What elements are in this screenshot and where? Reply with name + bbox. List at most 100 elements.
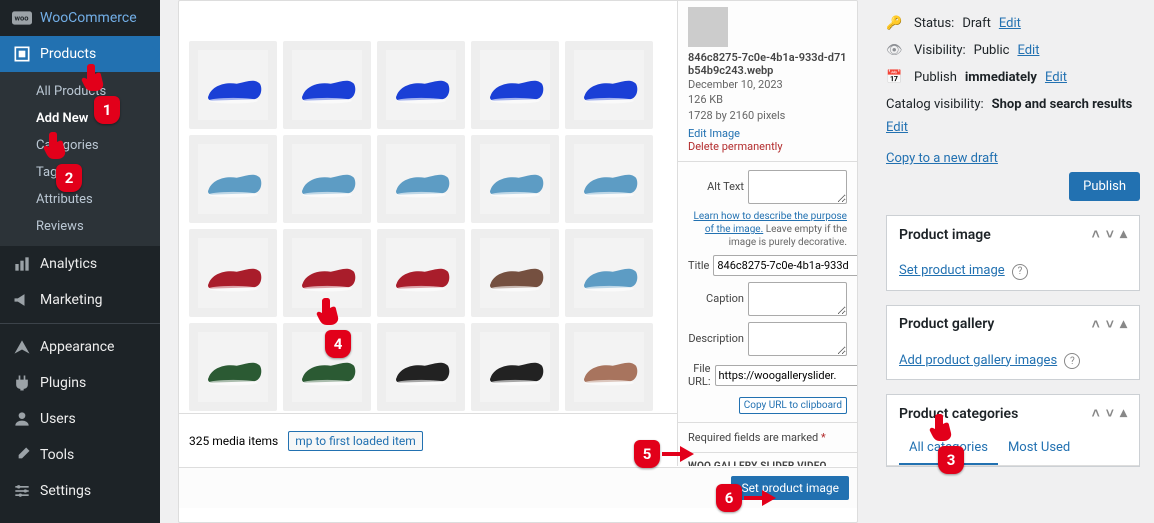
menu-label: Users bbox=[40, 411, 76, 427]
panel-header[interactable]: Product gallery ˄ ˅ ▴ bbox=[887, 306, 1139, 343]
triangle-up-icon[interactable]: ▴ bbox=[1120, 226, 1127, 243]
menu-item-woocommerce[interactable]: woo WooCommerce bbox=[0, 0, 160, 36]
analytics-icon bbox=[12, 254, 32, 274]
alt-text-field: Alt Text bbox=[688, 170, 847, 204]
triangle-up-icon[interactable]: ▴ bbox=[1120, 405, 1127, 422]
media-thumb[interactable] bbox=[377, 229, 465, 317]
media-count: 325 media items bbox=[189, 434, 278, 448]
status-value: Draft bbox=[962, 16, 991, 31]
attachment-details: 846c8275-7c0e-4b1a-933d-d71b54b9c243.web… bbox=[677, 1, 857, 466]
woo-icon: woo bbox=[12, 8, 32, 28]
caption-input[interactable] bbox=[748, 282, 847, 316]
attachment-filename: 846c8275-7c0e-4b1a-933d-d71b54b9c243.web… bbox=[688, 51, 847, 77]
add-gallery-images-link[interactable]: Add product gallery images bbox=[899, 353, 1057, 368]
menu-item-plugins[interactable]: Plugins bbox=[0, 365, 160, 401]
media-thumb[interactable] bbox=[283, 323, 371, 411]
media-grid[interactable] bbox=[179, 31, 663, 413]
submenu-attributes[interactable]: Attributes bbox=[0, 186, 160, 213]
menu-item-analytics[interactable]: Analytics bbox=[0, 246, 160, 282]
publish-row: 📅 Publish immediately Edit bbox=[886, 64, 1140, 91]
menu-label: Settings bbox=[40, 483, 91, 499]
media-thumb[interactable] bbox=[565, 323, 653, 411]
submenu-all-products[interactable]: All Products bbox=[0, 78, 160, 105]
media-thumb[interactable] bbox=[471, 41, 559, 129]
edit-visibility-link[interactable]: Edit bbox=[1017, 43, 1039, 58]
chevron-down-icon[interactable]: ˅ bbox=[1106, 226, 1114, 243]
edit-status-link[interactable]: Edit bbox=[999, 16, 1021, 31]
media-thumb[interactable] bbox=[377, 135, 465, 223]
menu-label: WooCommerce bbox=[40, 10, 137, 26]
panel-header[interactable]: Product image ˄ ˅ ▴ bbox=[887, 216, 1139, 253]
svg-text:woo: woo bbox=[15, 14, 29, 23]
menu-item-appearance[interactable]: Appearance bbox=[0, 329, 160, 365]
chevron-up-icon[interactable]: ˄ bbox=[1092, 226, 1100, 243]
chevron-up-icon[interactable]: ˄ bbox=[1092, 316, 1100, 333]
attachment-meta: December 10, 2023 126 KB 1728 by 2160 pi… bbox=[688, 77, 847, 123]
set-product-image-button[interactable]: Set product image bbox=[731, 476, 849, 500]
media-thumb[interactable] bbox=[189, 135, 277, 223]
menu-item-settings[interactable]: Settings bbox=[0, 473, 160, 509]
title-label: Title bbox=[688, 259, 713, 272]
key-icon: 🔑 bbox=[886, 16, 906, 31]
alt-text-input[interactable] bbox=[748, 170, 847, 204]
calendar-icon: 📅 bbox=[886, 70, 906, 85]
file-url-field: File URL: bbox=[688, 362, 847, 389]
file-url-input[interactable] bbox=[715, 365, 858, 386]
submenu-reviews[interactable]: Reviews bbox=[0, 213, 160, 240]
media-thumb[interactable] bbox=[471, 229, 559, 317]
category-tabs: All categories Most Used bbox=[887, 432, 1139, 466]
panel-controls: ˄ ˅ ▴ bbox=[1092, 405, 1127, 422]
visibility-row: 👁 Visibility: Public Edit bbox=[886, 37, 1140, 64]
media-thumb[interactable] bbox=[283, 229, 371, 317]
media-thumb[interactable] bbox=[565, 135, 653, 223]
edit-image-link[interactable]: Edit Image bbox=[688, 127, 847, 140]
help-icon[interactable]: ? bbox=[1064, 353, 1080, 369]
menu-item-users[interactable]: Users bbox=[0, 401, 160, 437]
menu-item-tools[interactable]: Tools bbox=[0, 437, 160, 473]
media-thumb[interactable] bbox=[565, 229, 653, 317]
media-thumb[interactable] bbox=[377, 323, 465, 411]
edit-publish-link[interactable]: Edit bbox=[1045, 70, 1067, 85]
media-thumb[interactable] bbox=[189, 41, 277, 129]
menu-item-products[interactable]: Products bbox=[0, 36, 160, 72]
media-thumb[interactable] bbox=[283, 135, 371, 223]
media-thumb[interactable] bbox=[471, 135, 559, 223]
media-thumb[interactable] bbox=[377, 41, 465, 129]
media-thumb[interactable] bbox=[565, 41, 653, 129]
title-input[interactable] bbox=[713, 255, 857, 276]
media-thumb[interactable] bbox=[283, 41, 371, 129]
help-icon[interactable]: ? bbox=[1012, 264, 1028, 280]
copy-url-button[interactable]: Copy URL to clipboard bbox=[739, 397, 847, 414]
file-url-label: File URL: bbox=[688, 362, 715, 388]
chevron-up-icon[interactable]: ˄ bbox=[1092, 405, 1100, 422]
menu-item-marketing[interactable]: Marketing bbox=[0, 282, 160, 318]
catalog-value: Shop and search results bbox=[992, 97, 1133, 112]
panel-controls: ˄ ˅ ▴ bbox=[1092, 316, 1127, 333]
alt-text-help: Learn how to describe the purpose of the… bbox=[688, 210, 847, 249]
tab-most-used[interactable]: Most Used bbox=[998, 432, 1080, 465]
description-input[interactable] bbox=[748, 322, 847, 356]
settings-icon bbox=[12, 481, 32, 501]
panel-header[interactable]: Product categories ˄ ˅ ▴ bbox=[887, 395, 1139, 432]
alt-text-label: Alt Text bbox=[688, 180, 748, 193]
media-thumb[interactable] bbox=[189, 229, 277, 317]
media-library-modal: Search bbox=[178, 0, 858, 523]
submenu-categories[interactable]: Categories bbox=[0, 132, 160, 159]
set-product-image-link[interactable]: Set product image bbox=[899, 263, 1005, 278]
products-submenu: All Products Add New Categories Tags Att… bbox=[0, 72, 160, 246]
tab-all-categories[interactable]: All categories bbox=[899, 432, 998, 465]
products-icon bbox=[12, 44, 32, 64]
chevron-down-icon[interactable]: ˅ bbox=[1106, 316, 1114, 333]
jump-first-button[interactable]: mp to first loaded item bbox=[288, 431, 423, 451]
copy-to-draft-link[interactable]: Copy to a new draft bbox=[886, 151, 998, 166]
submenu-tags[interactable]: Tags bbox=[0, 159, 160, 186]
publish-button[interactable]: Publish bbox=[1069, 172, 1140, 201]
plugins-icon bbox=[12, 373, 32, 393]
chevron-down-icon[interactable]: ˅ bbox=[1106, 405, 1114, 422]
media-thumb[interactable] bbox=[471, 323, 559, 411]
delete-permanently-link[interactable]: Delete permanently bbox=[688, 140, 847, 153]
triangle-up-icon[interactable]: ▴ bbox=[1120, 316, 1127, 333]
media-thumb[interactable] bbox=[189, 323, 277, 411]
submenu-add-new[interactable]: Add New bbox=[0, 105, 160, 132]
edit-catalog-link[interactable]: Edit bbox=[886, 120, 908, 135]
